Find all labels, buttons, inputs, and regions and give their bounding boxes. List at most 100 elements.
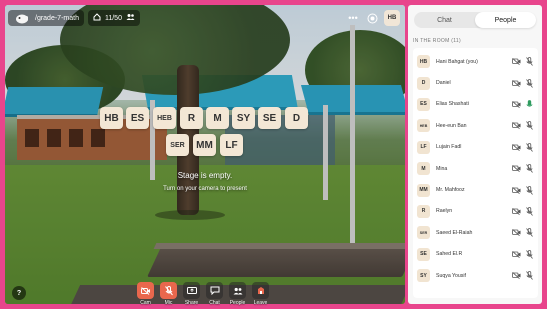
stage-tile[interactable]: M <box>206 107 229 129</box>
mic-off-icon <box>524 164 534 174</box>
stage-tile[interactable]: MM <box>193 134 216 156</box>
share-label: Share <box>184 300 199 306</box>
person-name: Mr. Mahfooz <box>436 187 465 194</box>
person-name: Daniel <box>436 80 451 87</box>
mic-off-icon[interactable] <box>160 282 177 299</box>
side-panel: Chat People IN THE ROOM (11) HB Hani Bahg… <box>408 5 542 304</box>
camera-off-icon <box>511 271 521 281</box>
person-row[interactable]: M Mina <box>413 158 538 179</box>
leave-control[interactable]: Leave <box>252 282 269 306</box>
stage-tile[interactable]: HB <box>100 107 123 129</box>
stage-tile[interactable]: ES <box>126 107 149 129</box>
tab-chat[interactable]: Chat <box>414 12 475 28</box>
app-logo-icon <box>13 11 31 25</box>
user-avatar[interactable]: HB <box>384 10 400 26</box>
person-row[interactable]: SE Sahed El.R <box>413 244 538 265</box>
mic-off-icon <box>524 121 534 131</box>
control-bar: Cam Mic Share Chat People Leave <box>137 282 269 306</box>
mic-off-icon <box>524 228 534 238</box>
mic-label: Mic <box>164 300 173 306</box>
people-icon <box>126 13 135 23</box>
person-name: Mina <box>436 165 448 172</box>
chat-icon[interactable] <box>206 282 223 299</box>
camera-off-icon[interactable] <box>137 282 154 299</box>
top-right-controls: ••• HB <box>346 10 400 26</box>
share-control[interactable]: Share <box>183 282 200 306</box>
person-avatar: M <box>417 162 430 176</box>
person-row[interactable]: D Daniel <box>413 72 538 93</box>
person-name: Hee-eun Ban <box>436 122 467 129</box>
stage-empty-title: Stage is empty. <box>177 171 233 180</box>
leave-label: Leave <box>253 300 268 306</box>
camera-off-icon <box>511 78 521 88</box>
top-bar: /grade-7-math 11/50 <box>8 9 140 27</box>
person-row[interactable]: HB Hani Bahgat (you) <box>413 51 538 72</box>
mic-off-icon <box>524 142 534 152</box>
camera-off-icon <box>511 121 521 131</box>
mic-off-icon <box>524 57 534 67</box>
camera-off-icon <box>511 185 521 195</box>
person-row[interactable]: SER Saeed El-Raiah <box>413 222 538 243</box>
tab-people[interactable]: People <box>475 12 536 28</box>
people-control[interactable]: People <box>229 282 246 306</box>
panel-tabs: Chat People <box>414 12 536 28</box>
room-chip[interactable]: /grade-7-math <box>8 10 84 26</box>
person-avatar: ES <box>417 97 430 111</box>
share-screen-icon[interactable] <box>183 282 200 299</box>
person-avatar: HB <box>417 55 430 69</box>
camera-off-icon <box>511 57 521 67</box>
camera-off-icon <box>511 164 521 174</box>
person-row[interactable]: MM Mr. Mahfooz <box>413 179 538 200</box>
mic-off-icon <box>524 185 534 195</box>
person-row[interactable]: HEB Hee-eun Ban <box>413 115 538 136</box>
cam-label: Cam <box>140 300 151 306</box>
leave-icon[interactable] <box>252 282 269 299</box>
person-name: Elias Shashati <box>436 101 469 108</box>
more-options-icon[interactable]: ••• <box>346 11 360 25</box>
people-count: 11/50 <box>104 14 122 22</box>
person-row[interactable]: R Raelyn <box>413 201 538 222</box>
record-icon[interactable] <box>365 11 379 25</box>
people-count-chip[interactable]: 11/50 <box>87 10 140 26</box>
stage-tile[interactable]: HEB <box>153 107 176 129</box>
person-avatar: HEB <box>417 119 430 133</box>
person-avatar: R <box>417 204 430 218</box>
people-list: HB Hani Bahgat (you) D Daniel ES Elias Shasha… <box>413 48 538 298</box>
mic-off-icon <box>524 249 534 259</box>
cam-control[interactable]: Cam <box>137 282 154 306</box>
person-name: Suqya Yousif <box>436 272 466 279</box>
mic-off-icon <box>524 78 534 88</box>
person-name: Raelyn <box>436 208 453 215</box>
chat-control[interactable]: Chat <box>206 282 223 306</box>
stage-tile[interactable]: R <box>180 107 203 129</box>
stage-tile[interactable]: LF <box>220 134 243 156</box>
person-name: Saeed El-Raiah <box>436 229 473 236</box>
person-name: Hani Bahgat (you) <box>436 58 478 65</box>
person-name: Lujain Fadl <box>436 144 462 151</box>
camera-off-icon <box>511 228 521 238</box>
mic-off-icon <box>524 271 534 281</box>
person-name: Sahed El.R <box>436 251 463 258</box>
room-name: /grade-7-math <box>35 14 79 22</box>
help-button[interactable]: ? <box>12 286 26 300</box>
person-avatar: SER <box>417 226 430 240</box>
people-label: People <box>229 300 246 306</box>
stage-tile[interactable]: SY <box>232 107 255 129</box>
person-row[interactable]: LF Lujain Fadl <box>413 137 538 158</box>
room-header: IN THE ROOM (11) <box>413 38 461 44</box>
stage-tile[interactable]: SE <box>258 107 281 129</box>
mic-control[interactable]: Mic <box>160 282 177 306</box>
camera-off-icon <box>511 249 521 259</box>
person-avatar: SY <box>417 269 430 283</box>
people-icon[interactable] <box>229 282 246 299</box>
camera-off-icon <box>511 206 521 216</box>
stage-tile[interactable]: SER <box>166 134 189 156</box>
person-avatar: SE <box>417 247 430 261</box>
person-row[interactable]: SY Suqya Yousif <box>413 265 538 286</box>
chat-label: Chat <box>209 300 220 306</box>
person-avatar: MM <box>417 183 430 197</box>
person-row[interactable]: ES Elias Shashati <box>413 94 538 115</box>
camera-off-icon <box>511 142 521 152</box>
stage-tile[interactable]: D <box>285 107 308 129</box>
stage-empty-subtitle: Turn on your camera to present <box>163 186 247 192</box>
